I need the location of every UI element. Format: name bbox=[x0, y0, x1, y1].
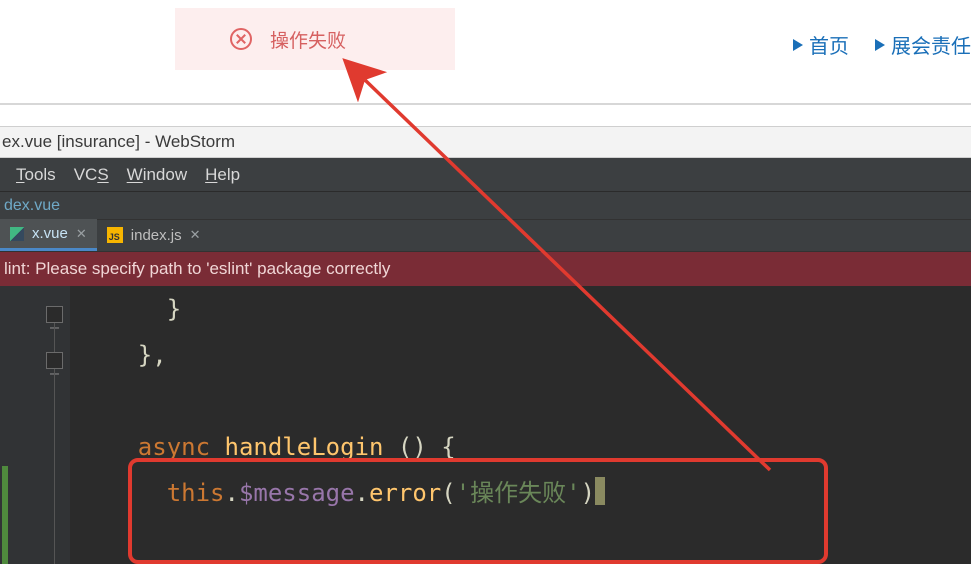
toast-message: 操作失败 bbox=[270, 26, 346, 53]
vcs-change-marker bbox=[2, 466, 8, 564]
separator bbox=[0, 103, 971, 105]
close-icon[interactable]: ✕ bbox=[76, 226, 87, 242]
error-circle-x-icon bbox=[230, 28, 252, 50]
code-editor[interactable]: } }, async handleLogin () { this.$messag… bbox=[0, 286, 971, 564]
code-content: } }, async handleLogin () { this.$messag… bbox=[80, 286, 971, 516]
nav-home-label: 首页 bbox=[809, 30, 849, 59]
top-nav: 首页 展会责任 bbox=[793, 30, 971, 59]
ide-window: ex.vue [insurance] - WebStorm Tools VCS … bbox=[0, 126, 971, 564]
breadcrumb-text: dex.vue bbox=[4, 197, 60, 215]
fold-guide bbox=[54, 369, 55, 564]
browser-top-region: 操作失败 首页 展会责任 bbox=[0, 0, 971, 105]
fold-guide bbox=[54, 323, 55, 352]
window-title: ex.vue [insurance] - WebStorm bbox=[2, 132, 235, 152]
triangle-right-icon bbox=[793, 39, 803, 51]
menu-vcs[interactable]: VCS bbox=[74, 165, 109, 185]
nav-liability-link[interactable]: 展会责任 bbox=[875, 30, 971, 59]
window-titlebar: ex.vue [insurance] - WebStorm bbox=[0, 126, 971, 158]
ide-client: Tools VCS Window Help dex.vue x.vue ✕ JS… bbox=[0, 158, 971, 564]
vue-file-icon bbox=[10, 227, 24, 241]
tab-label: index.js bbox=[131, 227, 182, 244]
caret bbox=[595, 477, 605, 505]
menu-help[interactable]: Help bbox=[205, 165, 240, 185]
code-line: async handleLogin () { bbox=[80, 424, 971, 470]
tab-index-js[interactable]: JS index.js ✕ bbox=[97, 219, 211, 251]
lint-warning-bar[interactable]: lint: Please specify path to 'eslint' pa… bbox=[0, 252, 971, 286]
js-file-icon: JS bbox=[107, 227, 123, 243]
nav-home-link[interactable]: 首页 bbox=[793, 30, 849, 59]
tab-label: x.vue bbox=[32, 225, 68, 242]
code-line: }, bbox=[80, 332, 971, 378]
editor-tabbar: x.vue ✕ JS index.js ✕ bbox=[0, 220, 971, 252]
tab-x-vue[interactable]: x.vue ✕ bbox=[0, 219, 97, 251]
close-icon[interactable]: ✕ bbox=[190, 227, 201, 243]
code-line bbox=[80, 378, 971, 424]
editor-gutter bbox=[0, 286, 70, 564]
fold-handle-icon[interactable] bbox=[46, 306, 63, 323]
menubar: Tools VCS Window Help bbox=[0, 158, 971, 192]
lint-warning-text: lint: Please specify path to 'eslint' pa… bbox=[4, 259, 390, 279]
nav-liability-label: 展会责任 bbox=[891, 30, 971, 59]
error-toast: 操作失败 bbox=[175, 8, 455, 70]
code-line-message-error: this.$message.error('操作失败') bbox=[80, 470, 971, 516]
menu-window[interactable]: Window bbox=[127, 165, 187, 185]
fold-handle-icon[interactable] bbox=[46, 352, 63, 369]
menu-tools[interactable]: Tools bbox=[16, 165, 56, 185]
breadcrumb[interactable]: dex.vue bbox=[0, 192, 971, 220]
code-line: } bbox=[80, 286, 971, 332]
triangle-right-icon bbox=[875, 39, 885, 51]
